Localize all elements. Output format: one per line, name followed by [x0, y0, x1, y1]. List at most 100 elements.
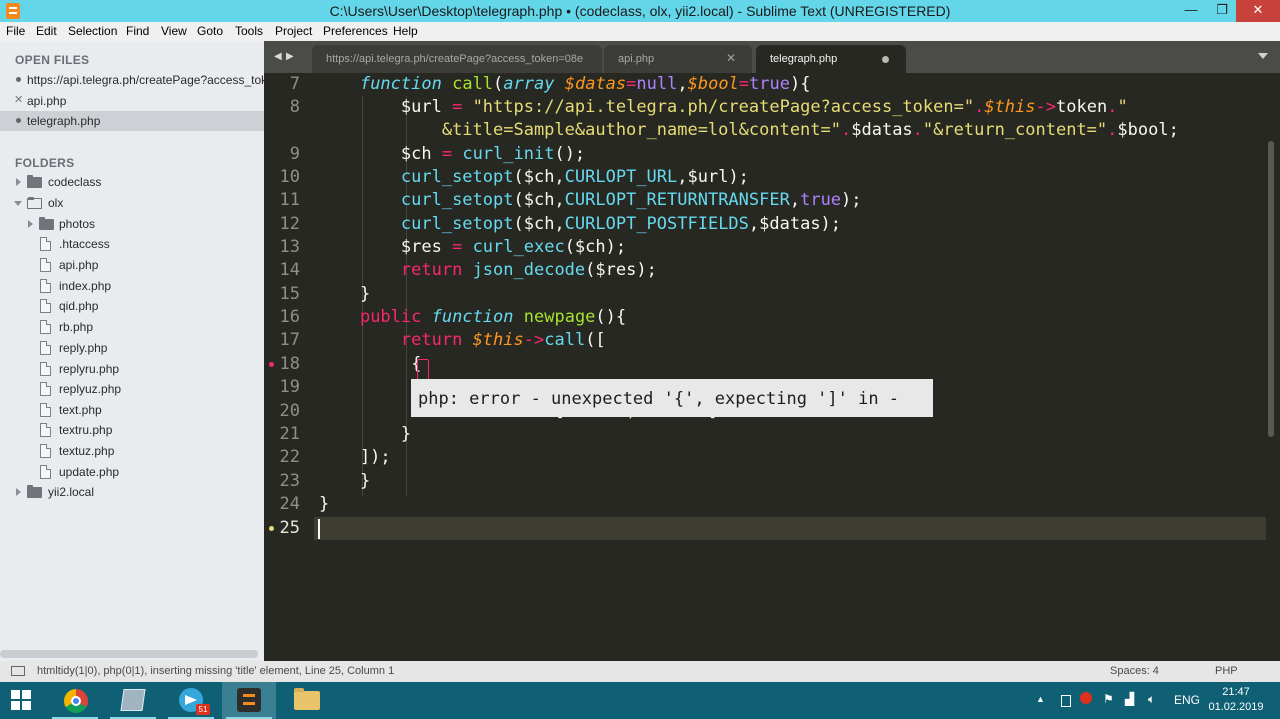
- tab-label: telegraph.php: [770, 53, 838, 65]
- tab-bar: ◀ ▶ https://api.telegra.ph/createPage?ac…: [264, 41, 1280, 73]
- battery-device-icon[interactable]: [1061, 695, 1071, 707]
- action-flag-icon[interactable]: ⚑: [1103, 692, 1114, 719]
- code-editor[interactable]: 7 8 9 10 11 12 13 14 15 16 17 18 19 20 2…: [264, 73, 1280, 661]
- file-item[interactable]: api.php: [0, 255, 264, 275]
- tab-dropdown-icon[interactable]: [1258, 53, 1268, 59]
- open-file-item-selected[interactable]: telegraph.php: [0, 111, 264, 131]
- windows-logo-icon: [22, 690, 31, 699]
- editor-vertical-scrollbar[interactable]: [1268, 141, 1274, 437]
- menu-file[interactable]: File: [6, 24, 25, 38]
- file-item[interactable]: index.php: [0, 276, 264, 296]
- taskbar-sublime-text[interactable]: [222, 682, 276, 719]
- menu-bar: File Edit Selection Find View Goto Tools…: [0, 22, 1280, 41]
- collapse-arrow-icon[interactable]: [14, 201, 22, 206]
- tab-scroll-right-icon[interactable]: ▶: [286, 51, 294, 62]
- file-item[interactable]: textru.php: [0, 420, 264, 440]
- antivirus-icon[interactable]: [1080, 692, 1092, 704]
- menu-goto[interactable]: Goto: [197, 24, 223, 38]
- code-line: curl_setopt($ch,CURLOPT_POSTFIELDS,$data…: [400, 214, 842, 234]
- file-item[interactable]: replyuz.php: [0, 379, 264, 399]
- menu-tools[interactable]: Tools: [235, 24, 263, 38]
- taskbar-telegram[interactable]: 51: [164, 682, 218, 719]
- tab-close-icon[interactable]: ✕: [726, 51, 736, 65]
- line-number: 24: [279, 494, 300, 514]
- tab-telegraph-php[interactable]: telegraph.php: [756, 45, 906, 73]
- current-line-highlight: [314, 517, 1266, 540]
- panel-toggle-icon[interactable]: [11, 666, 25, 676]
- file-label: text.php: [59, 403, 102, 417]
- folder-icon: [27, 485, 42, 498]
- open-file-label: telegraph.php: [27, 114, 101, 128]
- status-message: htmltidy(1|0), php(0|1), inserting missi…: [37, 665, 395, 677]
- folder-item[interactable]: olx: [0, 193, 264, 213]
- maximize-button[interactable]: ❐: [1207, 0, 1237, 22]
- folders-heading: FOLDERS: [15, 156, 75, 170]
- taskbar-chrome[interactable]: [48, 682, 102, 719]
- file-label: reply.php: [59, 341, 108, 355]
- tab-api-php[interactable]: api.php ✕: [604, 45, 752, 73]
- menu-help[interactable]: Help: [393, 24, 418, 38]
- tab-label: https://api.telegra.ph/createPage?access…: [326, 53, 584, 65]
- error-marker-icon: [269, 362, 274, 367]
- file-icon: [40, 465, 51, 479]
- windows-logo-icon: [11, 701, 20, 710]
- file-label: qid.php: [59, 299, 99, 313]
- close-button[interactable]: ✕: [1236, 0, 1280, 22]
- minimize-button[interactable]: —: [1176, 0, 1206, 22]
- taskbar-notepad[interactable]: [106, 682, 160, 719]
- system-clock[interactable]: 21:47 01.02.2019: [1206, 685, 1266, 715]
- menu-selection[interactable]: Selection: [68, 24, 117, 38]
- show-hidden-icons-icon[interactable]: ▲: [1036, 694, 1045, 719]
- line-number-gutter: 7 8 9 10 11 12 13 14 15 16 17 18 19 20 2…: [264, 73, 314, 661]
- file-item[interactable]: textuz.php: [0, 441, 264, 461]
- clock-time: 21:47: [1222, 686, 1250, 698]
- folder-icon: [39, 217, 54, 230]
- tab-scroll-left-icon[interactable]: ◀: [274, 51, 282, 62]
- status-bar: htmltidy(1|0), php(0|1), inserting missi…: [0, 661, 1280, 682]
- file-item[interactable]: qid.php: [0, 296, 264, 316]
- code-line: &title=Sample&author_name=lol&content=".…: [441, 120, 1179, 140]
- file-item[interactable]: .htaccess: [0, 234, 264, 254]
- file-icon: [40, 403, 51, 417]
- file-item[interactable]: update.php: [0, 462, 264, 482]
- file-label: update.php: [59, 465, 120, 479]
- file-item[interactable]: reply.php: [0, 338, 264, 358]
- expand-arrow-icon[interactable]: [16, 178, 21, 186]
- start-button[interactable]: [0, 682, 46, 719]
- open-file-item[interactable]: ✕ api.php: [0, 91, 264, 111]
- folder-item[interactable]: photos: [0, 214, 264, 234]
- code-line: curl_setopt($ch,CURLOPT_RETURNTRANSFER,t…: [400, 190, 862, 210]
- menu-preferences[interactable]: Preferences: [323, 24, 388, 38]
- menu-edit[interactable]: Edit: [36, 24, 57, 38]
- menu-find[interactable]: Find: [126, 24, 149, 38]
- file-icon: [40, 382, 51, 396]
- sidebar-horizontal-scrollbar[interactable]: [0, 650, 258, 658]
- menu-project[interactable]: Project: [275, 24, 312, 38]
- file-label: textru.php: [59, 423, 113, 437]
- unsaved-dot-icon[interactable]: [882, 56, 889, 63]
- taskbar-file-explorer[interactable]: [280, 682, 334, 719]
- signal-strength-icon[interactable]: ▟: [1125, 692, 1134, 719]
- expand-arrow-icon[interactable]: [28, 220, 33, 228]
- line-number: 13: [279, 237, 300, 257]
- expand-arrow-icon[interactable]: [16, 488, 21, 496]
- folder-item[interactable]: yii2.local: [0, 482, 264, 502]
- volume-icon[interactable]: 🔈︎: [1148, 692, 1155, 719]
- code-line: $res = curl_exec($ch);: [319, 237, 627, 257]
- file-item[interactable]: text.php: [0, 400, 264, 420]
- file-label: index.php: [59, 279, 112, 293]
- code-line: {: [319, 354, 422, 374]
- indentation-setting[interactable]: Spaces: 4: [1110, 665, 1159, 677]
- input-language[interactable]: ENG: [1174, 693, 1200, 719]
- code-line: }: [319, 494, 330, 514]
- file-item[interactable]: rb.php: [0, 317, 264, 337]
- file-item[interactable]: replyru.php: [0, 359, 264, 379]
- open-file-item[interactable]: https://api.telegra.ph/createPage?access…: [0, 70, 264, 90]
- menu-view[interactable]: View: [161, 24, 187, 38]
- syntax-selector[interactable]: PHP: [1215, 665, 1238, 677]
- modified-line-marker-icon: [269, 526, 274, 531]
- tab-telegra-url[interactable]: https://api.telegra.ph/createPage?access…: [312, 45, 602, 73]
- folder-item[interactable]: codeclass: [0, 172, 264, 192]
- line-number: 10: [279, 167, 300, 187]
- close-file-icon[interactable]: ✕: [14, 93, 23, 106]
